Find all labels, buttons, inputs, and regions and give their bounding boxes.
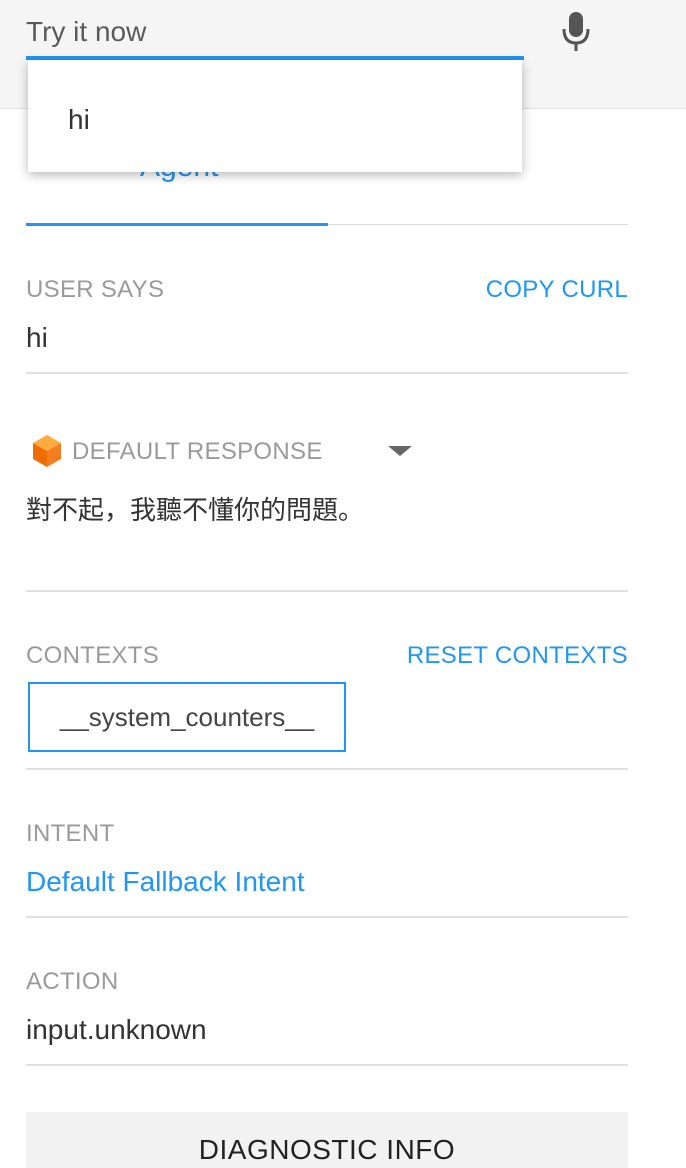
suggestion-item[interactable]: hi [68, 104, 90, 136]
context-chip[interactable]: __system_counters__ [28, 682, 346, 752]
action-label: ACTION [26, 968, 119, 995]
cube-icon [33, 435, 61, 467]
microphone-icon [562, 12, 590, 51]
chevron-down-icon[interactable] [388, 446, 412, 456]
divider [26, 372, 628, 374]
divider [26, 1064, 628, 1066]
response-text: 對不起，我聽不懂你的問題。 [26, 496, 365, 526]
suggestion-dropdown: hi [28, 60, 522, 172]
divider [26, 768, 628, 770]
divider [26, 590, 628, 592]
action-value: input.unknown [26, 1014, 207, 1045]
divider [26, 916, 628, 918]
reset-contexts-button[interactable]: RESET CONTEXTS [407, 642, 628, 670]
intent-link[interactable]: Default Fallback Intent [26, 866, 305, 898]
microphone-button[interactable] [556, 10, 596, 54]
diagnostic-info-label: DIAGNOSTIC INFO [198, 1134, 456, 1165]
copy-curl-button[interactable]: COPY CURL [486, 276, 628, 304]
default-response-label: DEFAULT RESPONSE [72, 438, 323, 465]
user-says-label: USER SAYS [26, 276, 165, 303]
try-it-now-input[interactable] [26, 8, 524, 56]
contexts-label: CONTEXTS [26, 642, 160, 669]
intent-label: INTENT [26, 820, 115, 847]
tab-active-indicator [26, 223, 328, 226]
diagnostic-info-button[interactable]: DIAGNOSTIC INFO [26, 1112, 628, 1168]
user-says-value: hi [26, 322, 48, 353]
